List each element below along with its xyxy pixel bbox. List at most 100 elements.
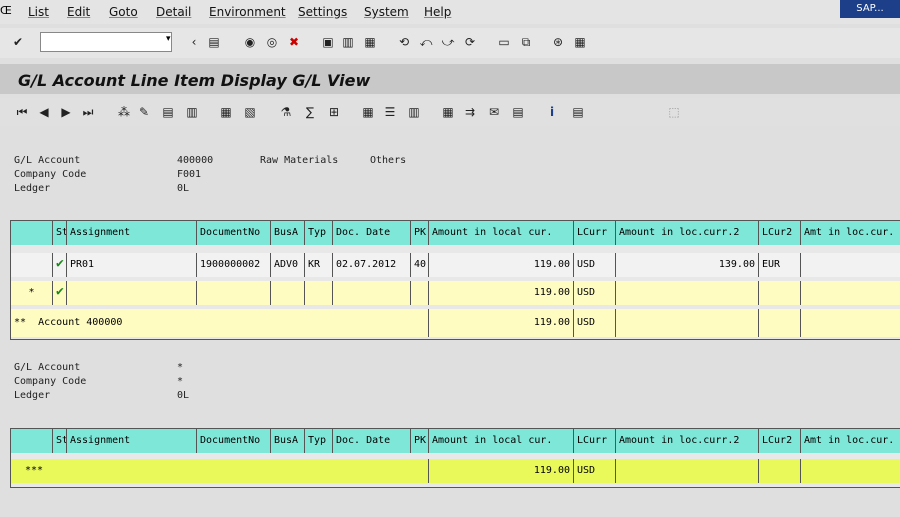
col-lcurr[interactable]: LCurr (574, 429, 616, 453)
page-title: G/L Account Line Item Display G/L View (18, 71, 371, 90)
cell-amount[interactable]: 119.00 (429, 281, 574, 305)
cell-lcur2[interactable]: EUR (759, 253, 801, 277)
col-lcur2[interactable]: LCur2 (759, 221, 801, 245)
col-pk[interactable]: PK (411, 429, 429, 453)
sap-button[interactable]: SAP... (840, 0, 900, 18)
display-variant-icon[interactable]: ▤ (570, 104, 586, 120)
section1-account-extra: Others (370, 155, 407, 166)
cell-amt3[interactable] (801, 253, 900, 277)
cancel-icon[interactable]: ✖ (286, 34, 302, 50)
help-icon[interactable]: ⊛ (550, 34, 566, 50)
col-busa[interactable]: BusA (271, 429, 305, 453)
mail-icon[interactable]: ✉ (486, 104, 502, 120)
col-lcurr[interactable]: LCurr (574, 221, 616, 245)
customize-icon[interactable]: ▦ (572, 34, 588, 50)
command-field[interactable] (40, 32, 172, 52)
display-doc-icon[interactable]: ▤ (160, 104, 176, 120)
col-assignment[interactable]: Assignment (67, 429, 197, 453)
cell-lcurr[interactable]: USD (574, 309, 616, 337)
menu-edit[interactable]: Edit (67, 5, 90, 19)
last-item-icon[interactable]: ⏭ (80, 104, 96, 120)
cell-amount2[interactable]: 139.00 (616, 253, 759, 277)
first-item-icon[interactable]: ⏮ (14, 104, 30, 120)
save-layout-icon[interactable]: ▥ (406, 104, 422, 120)
cell-lcurr[interactable]: USD (574, 281, 616, 305)
cell-typ[interactable]: KR (305, 253, 333, 277)
select-icon[interactable]: ⁂ (116, 104, 132, 120)
prev-page-icon[interactable]: ⤺ (418, 34, 434, 50)
layout-icon[interactable]: ▦ (360, 104, 376, 120)
grid-icon[interactable]: ▦ (440, 104, 456, 120)
subtotal-row[interactable]: * ✔ 119.00 USD (11, 281, 900, 305)
subtotal-icon[interactable]: ⊞ (326, 104, 342, 120)
menu-detail[interactable]: Detail (156, 5, 191, 19)
find-next-icon[interactable]: ▦ (362, 34, 378, 50)
last-page-icon[interactable]: ⟳ (462, 34, 478, 50)
col-amount[interactable]: Amount in local cur. (429, 221, 574, 245)
menu-system[interactable]: System (364, 5, 409, 19)
menu-list[interactable]: List (28, 5, 49, 19)
new-session-icon[interactable]: ▭ (496, 34, 512, 50)
print-icon[interactable]: ▣ (320, 34, 336, 50)
shortcut-icon[interactable]: ⧉ (518, 34, 534, 50)
account-total-row[interactable]: ** Account 400000 119.00 USD (11, 309, 900, 337)
col-pk[interactable]: PK (411, 221, 429, 245)
filter-icon[interactable]: ▦ (218, 104, 234, 120)
cell-pk[interactable]: 40 (411, 253, 429, 277)
edit-icon[interactable]: ✎ (136, 104, 152, 120)
find-icon[interactable]: ▥ (340, 34, 356, 50)
next-item-icon[interactable]: ▶ (58, 104, 74, 120)
enter-icon[interactable]: ✔ (10, 34, 26, 50)
change-doc-icon[interactable]: ▥ (184, 104, 200, 120)
col-status[interactable]: St (53, 429, 67, 453)
sort-desc-icon[interactable]: ⚗ (278, 104, 294, 120)
prev-item-icon[interactable]: ◀ (36, 104, 52, 120)
cell-lcurr[interactable]: USD (574, 253, 616, 277)
cell-amount[interactable]: 119.00 (429, 253, 574, 277)
col-typ[interactable]: Typ (305, 429, 333, 453)
cell-amount[interactable]: 119.00 (429, 459, 574, 483)
info-icon[interactable]: i (544, 104, 560, 120)
col-docdate[interactable]: Doc. Date (333, 429, 411, 453)
col-docno[interactable]: DocumentNo (197, 221, 271, 245)
back-icon[interactable]: ◉ (242, 34, 258, 50)
section1-label-account: G/L Account (14, 155, 81, 166)
table-row[interactable]: ✔ PR01 1900000002 ADV0 KR 02.07.2012 40 … (11, 253, 900, 277)
menu-help[interactable]: Help (424, 5, 451, 19)
menu-environment[interactable]: Environment (209, 5, 286, 19)
col-busa[interactable]: BusA (271, 221, 305, 245)
col-lcur2[interactable]: LCur2 (759, 429, 801, 453)
collapse-icon[interactable]: ‹ (186, 34, 202, 50)
cell-busa[interactable]: ADV0 (271, 253, 305, 277)
col-amt3[interactable]: Amt in loc.cur. (801, 429, 900, 453)
export-icon[interactable]: ⇉ (462, 104, 478, 120)
cell-assignment[interactable]: PR01 (67, 253, 197, 277)
total-icon[interactable]: ∑ (302, 104, 318, 120)
menu-settings[interactable]: Settings (298, 5, 347, 19)
next-page-icon[interactable]: ⤻ (440, 34, 456, 50)
exit-icon[interactable]: ◎ (264, 34, 280, 50)
select-layout-icon[interactable]: ☰ (382, 104, 398, 120)
command-dropdown-icon[interactable]: ▾ (166, 34, 171, 44)
cell-docno[interactable]: 1900000002 (197, 253, 271, 277)
col-amount2[interactable]: Amount in loc.curr.2 (616, 221, 759, 245)
col-docdate[interactable]: Doc. Date (333, 221, 411, 245)
col-typ[interactable]: Typ (305, 221, 333, 245)
cell-lcurr[interactable]: USD (574, 459, 616, 483)
cell-amount2 (616, 459, 759, 483)
sort-asc-icon[interactable]: ▧ (242, 104, 258, 120)
grand-total-row[interactable]: *** 119.00 USD (11, 459, 900, 483)
cell-docdate[interactable]: 02.07.2012 (333, 253, 411, 277)
col-docno[interactable]: DocumentNo (197, 429, 271, 453)
col-amt3[interactable]: Amt in loc.cur. (801, 221, 900, 245)
col-status[interactable]: St (53, 221, 67, 245)
sap-menu-icon[interactable]: Œ (0, 4, 12, 17)
col-assignment[interactable]: Assignment (67, 221, 197, 245)
col-amount2[interactable]: Amount in loc.curr.2 (616, 429, 759, 453)
first-page-icon[interactable]: ⟲ (396, 34, 412, 50)
menu-goto[interactable]: Goto (109, 5, 138, 19)
save-icon[interactable]: ▤ (206, 34, 222, 50)
abc-icon[interactable]: ▤ (510, 104, 526, 120)
cell-amount[interactable]: 119.00 (429, 309, 574, 337)
col-amount[interactable]: Amount in local cur. (429, 429, 574, 453)
